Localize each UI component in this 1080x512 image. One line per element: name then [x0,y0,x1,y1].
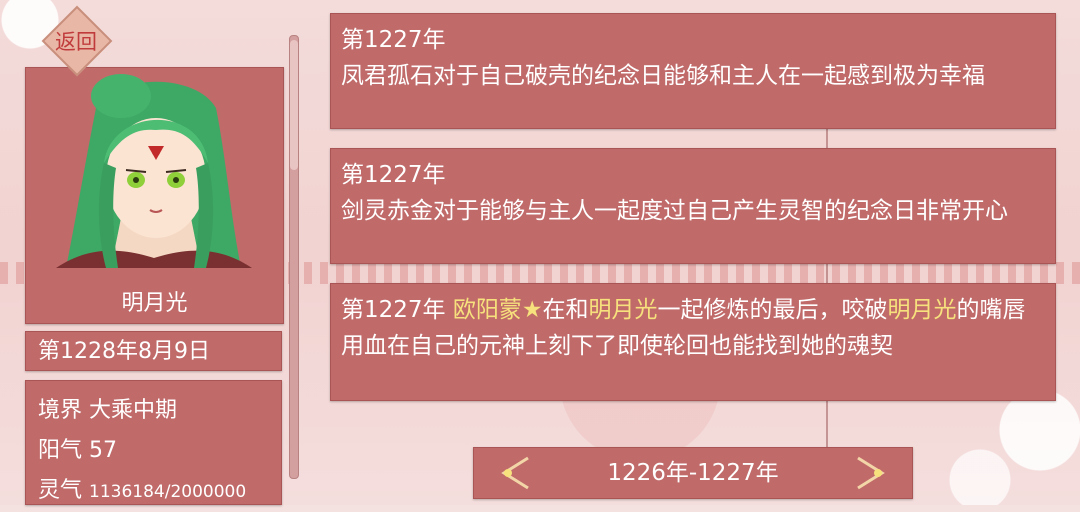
log-entry: 第1227年 欧阳蒙★在和明月光一起修炼的最后，咬破明月光的嘴唇用血在自己的元神… [330,283,1056,401]
current-date: 第1228年8月9日 [25,331,282,371]
stat-value: 57 [89,438,118,463]
scrollbar-thumb[interactable] [290,40,298,170]
log-text-part [446,297,453,323]
back-button[interactable]: 返回 [36,5,116,77]
log-entry: 第1227年 剑灵赤金对于能够与主人一起度过自己产生灵智的纪念日非常开心 [330,148,1056,264]
stat-spirit: 灵气 1136184/2000000 [38,471,269,512]
stat-realm: 境界 大乘中期 [38,391,269,431]
character-name-link: 明月光 [588,297,658,323]
log-entry-year: 第1227年 [341,162,446,188]
character-name-link: 明月光 [887,297,957,323]
stat-label: 阳气 [38,438,83,463]
year-range-selector: 1226年-1227年 [473,447,913,499]
log-entry-year: 第1227年 [341,297,446,323]
next-page-icon[interactable] [852,454,888,492]
log-entry-year: 第1227年 [341,27,446,53]
stat-yang: 阳气 57 [38,431,269,471]
stat-value: 大乘中期 [89,398,178,423]
character-name: 明月光 [121,291,188,316]
year-range-label: 1226年-1227年 [607,460,779,486]
stat-label: 境界 [38,398,83,423]
log-text-part: 一起修炼的最后，咬破 [657,297,888,323]
character-stats: 境界 大乘中期 阳气 57 灵气 1136184/2000000 [25,380,282,505]
log-entry-text: 凤君孤石对于自己破壳的纪念日能够和主人在一起感到极为幸福 [341,63,985,89]
stat-value: 1136184/2000000 [89,482,247,502]
character-portrait [56,74,252,268]
back-button-label: 返回 [55,30,97,54]
stat-label: 灵气 [38,478,83,503]
log-entry-text: 剑灵赤金对于能够与主人一起度过自己产生灵智的纪念日非常开心 [341,198,1008,224]
character-name-link: 欧阳蒙★ [452,297,543,323]
log-entry: 第1227年 凤君孤石对于自己破壳的纪念日能够和主人在一起感到极为幸福 [330,13,1056,129]
log-text-part: 在和 [542,297,589,323]
character-portrait-card[interactable]: 明月光 [25,67,284,324]
log-scrollbar[interactable] [289,35,299,479]
